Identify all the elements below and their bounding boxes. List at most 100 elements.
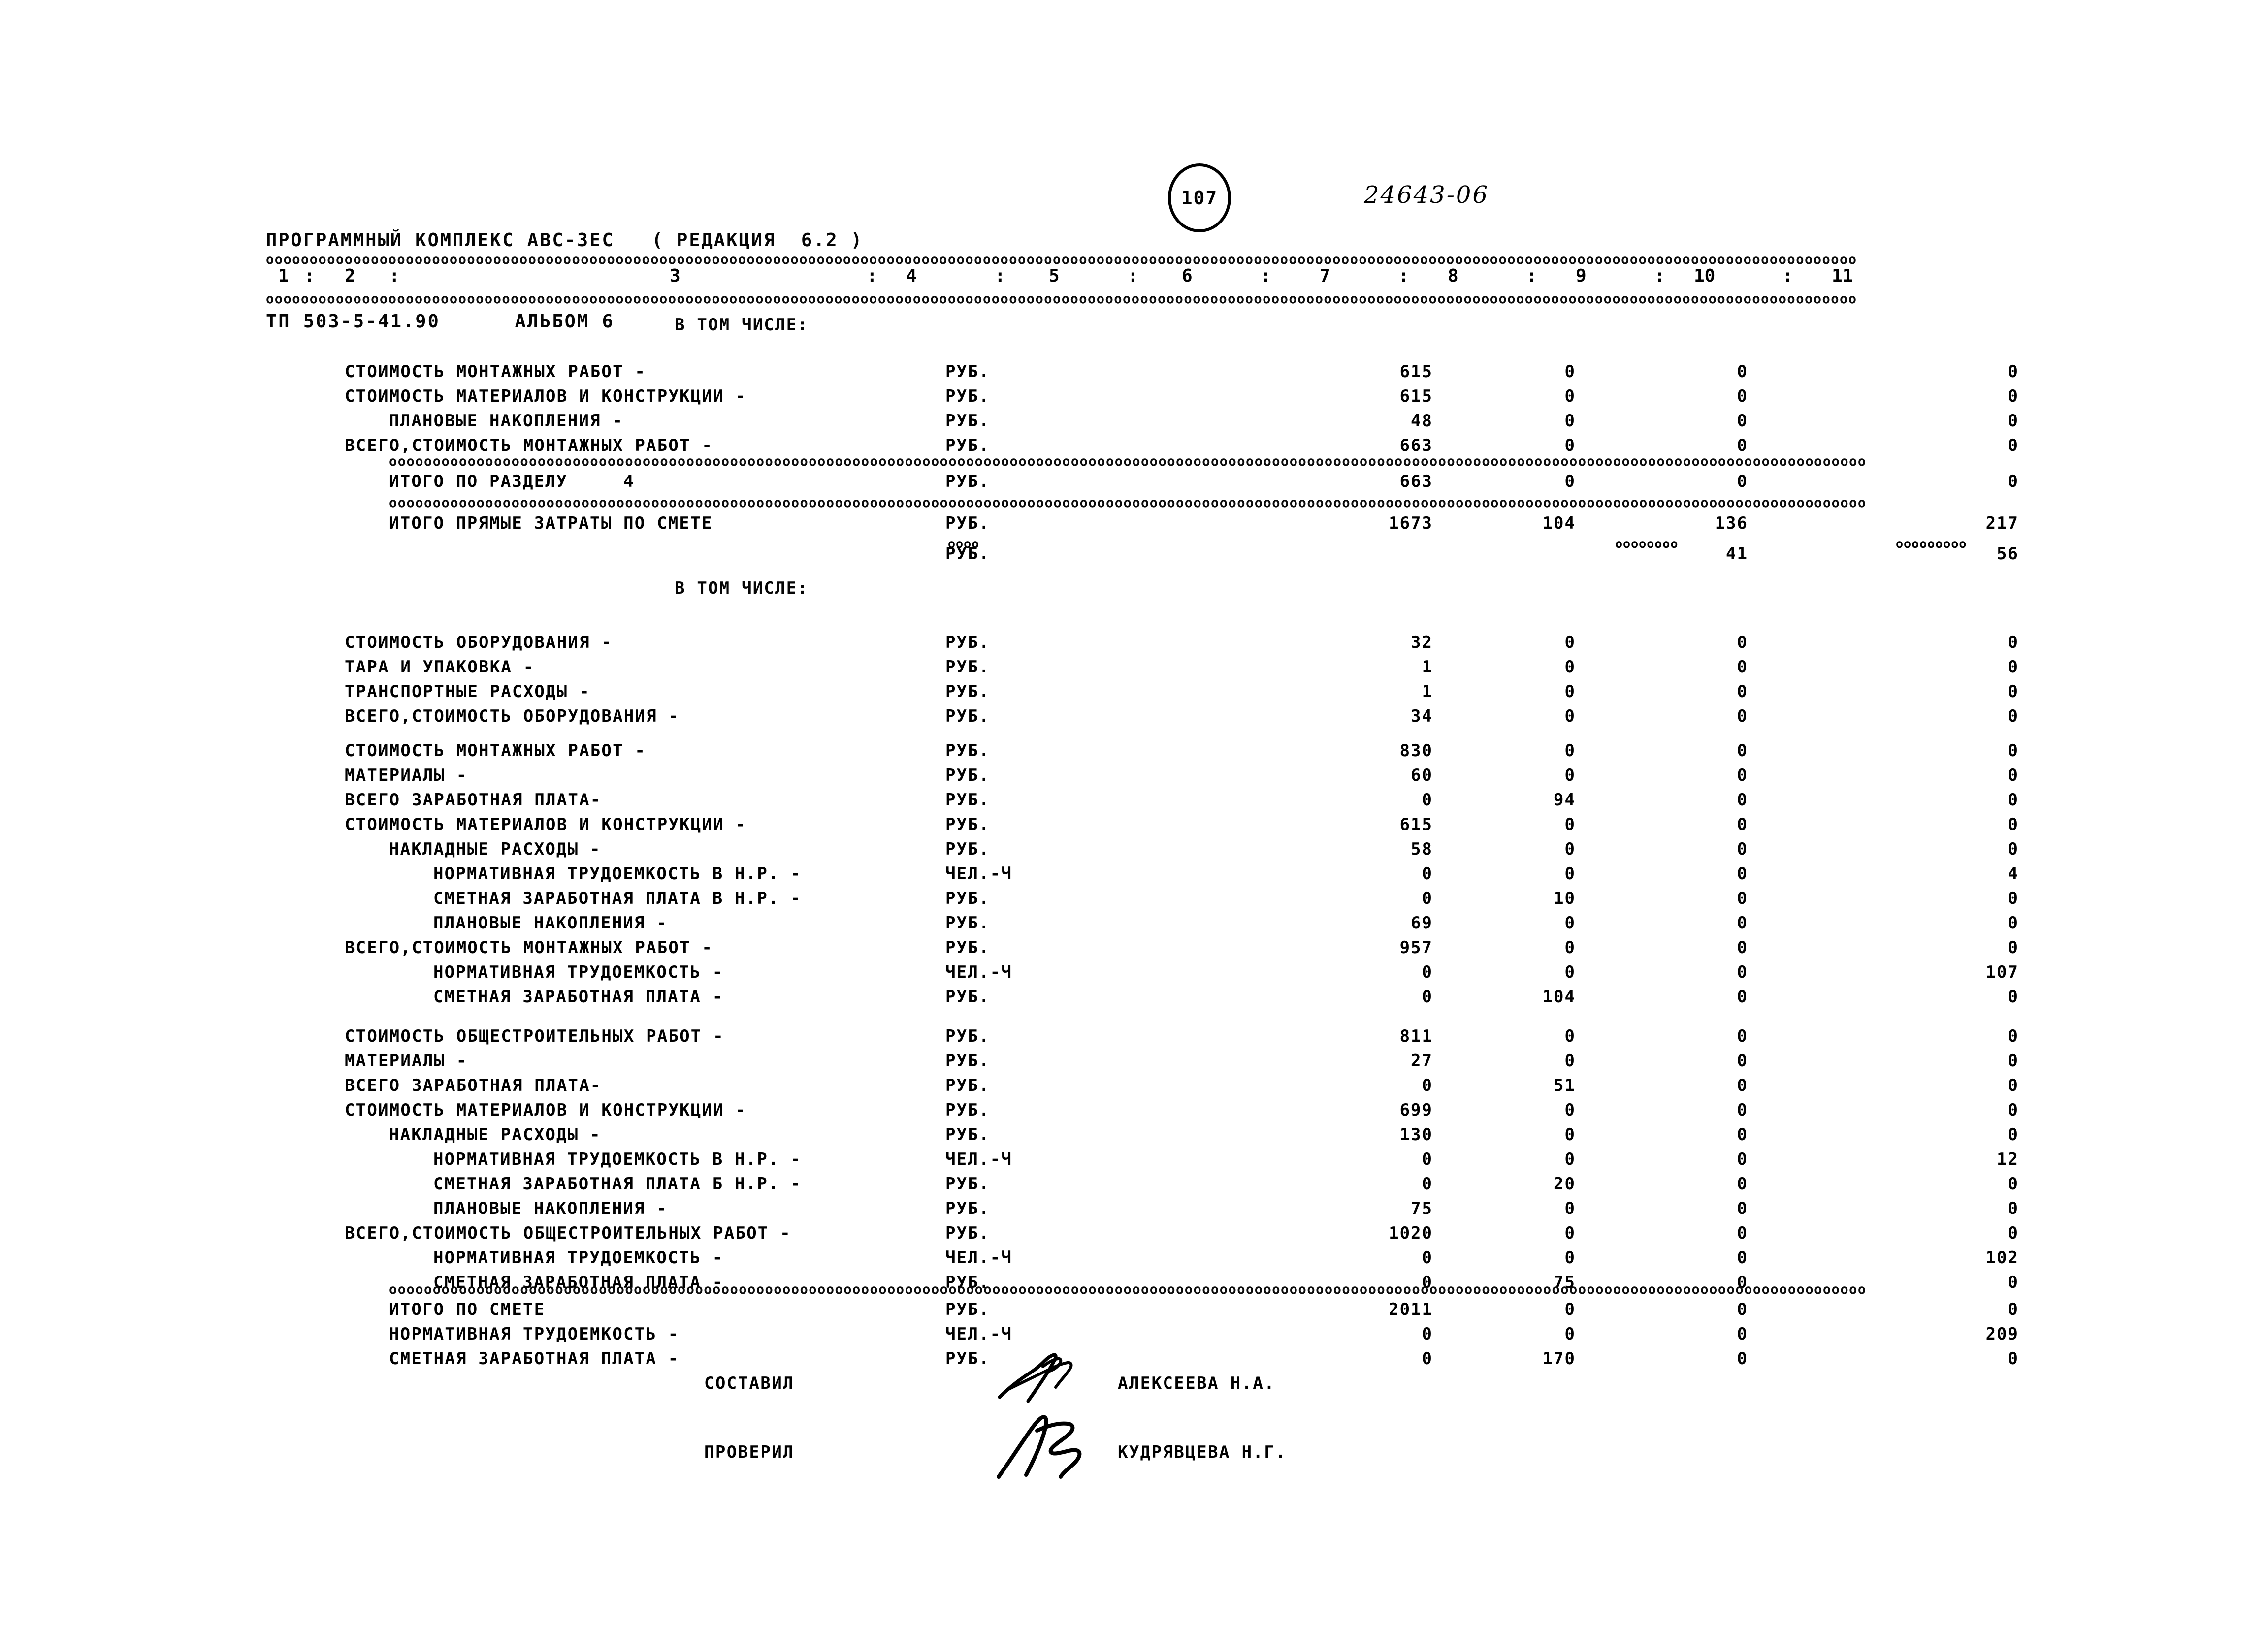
row-label: СТОИМОСТЬ МАТЕРИАЛОВ И КОНСТРУКЦИИ -	[345, 1100, 747, 1120]
row-value-c7: 0	[1422, 790, 1433, 810]
row-value-c7: 27	[1411, 1051, 1433, 1071]
checker-role-label: ПРОВЕРИЛ	[704, 1442, 794, 1462]
underline-marker-col11: ooooooooo	[1896, 537, 1967, 551]
table-row: СТОИМОСТЬ ОБОРУДОВАНИЯ - РУБ. 32 0 0 0	[0, 633, 2268, 654]
composer-role-label: СОСТАВИЛ	[704, 1373, 794, 1393]
separator-rule-top: oooooooooooooooooooooooooooooooooooooooo…	[266, 252, 1857, 267]
separator-rule-top2: oooooooooooooooooooooooooooooooooooooooo…	[266, 291, 1857, 307]
column-separator: :	[1782, 266, 1793, 286]
row-unit: РУБ.	[945, 913, 990, 933]
row-value-c11: 0	[2008, 1300, 2019, 1319]
row-label: ИТОГО ПО СМЕТЕ	[389, 1300, 546, 1319]
table-row: СТОИМОСТЬ МАТЕРИАЛОВ И КОНСТРУКЦИИ - РУБ.…	[0, 1100, 2268, 1122]
table-row: ИТОГО ПО РАЗДЕЛУ 4 РУБ. 663 0 0 0	[0, 472, 2268, 493]
row-value-c7: 0	[1422, 1076, 1433, 1095]
row-unit: РУБ.	[945, 1125, 990, 1145]
underline-marker-col9: oooooooo	[1615, 537, 1679, 551]
row-value-c11: 0	[2008, 766, 2019, 785]
row-value-c11: 0	[2008, 1349, 2019, 1369]
row-value-c11: 0	[2008, 938, 2019, 958]
row-value-c8: 0	[1564, 913, 1576, 933]
row-unit: РУБ.	[945, 1349, 990, 1369]
table-row: НОРМАТИВНАЯ ТРУДОЕМКОСТЬ - ЧЕЛ.-Ч 0 0 0 102	[0, 1248, 2268, 1270]
row-value-c8: 0	[1564, 657, 1576, 677]
column-header-5: 5	[1049, 266, 1060, 286]
row-label: ТРАНСПОРТНЫЕ РАСХОДЫ -	[345, 682, 590, 702]
row-unit: ЧЕЛ.-Ч	[945, 1324, 1013, 1344]
row-value-c11: 0	[2008, 987, 2019, 1007]
row-value-c9: 0	[1737, 1149, 1748, 1169]
row-value-c8: 0	[1564, 839, 1576, 859]
row-value-c9: 0	[1737, 436, 1748, 455]
row-value-c8: 0	[1564, 362, 1576, 382]
row-unit: РУБ.	[945, 1100, 990, 1120]
row-value-c9: 0	[1737, 1248, 1748, 1268]
row-value-c7: 0	[1422, 1248, 1433, 1268]
document-code-handwritten: 24643-06	[1364, 181, 1489, 209]
row-value-c8: 0	[1564, 706, 1576, 726]
row-value-c7: 32	[1411, 633, 1433, 652]
column-separator: :	[1654, 266, 1665, 286]
row-value-c8: 0	[1564, 1051, 1576, 1071]
row-value-c9: 0	[1737, 741, 1748, 761]
row-value-c9: 0	[1737, 938, 1748, 958]
row-value-c7: 1	[1422, 682, 1433, 702]
row-value-c11: 0	[2008, 1076, 2019, 1095]
row-value-c11: 0	[2008, 362, 2019, 382]
column-separator: :	[1261, 266, 1271, 286]
row-value-c7: 1	[1422, 657, 1433, 677]
row-value-c7: 0	[1422, 962, 1433, 982]
row-value-c9: 0	[1737, 987, 1748, 1007]
row-label: СМЕТНАЯ ЗАРАБОТНАЯ ПЛАТА -	[389, 1349, 680, 1369]
table-row: ВСЕГО,СТОИМОСТЬ МОНТАЖНЫХ РАБОТ - РУБ. 957…	[0, 938, 2268, 959]
row-value-c7: 1020	[1389, 1223, 1433, 1243]
column-header-11: 11	[1832, 266, 1853, 286]
table-row: ИТОГО ПО СМЕТЕ РУБ. 2011 0 0 0	[0, 1300, 2268, 1321]
row-unit: ЧЕЛ.-Ч	[945, 962, 1013, 982]
row-value-c8: 104	[1542, 987, 1576, 1007]
row-value-c8: 0	[1564, 766, 1576, 785]
row-value-c11: 217	[1985, 513, 2019, 533]
table-row: МАТЕРИАЛЫ - РУБ. 27 0 0 0	[0, 1051, 2268, 1073]
row-unit: РУБ.	[945, 633, 990, 652]
table-row: СТОИМОСТЬ МОНТАЖНЫХ РАБОТ - РУБ. 830 0 0 0	[0, 741, 2268, 763]
table-row: ТАРА И УПАКОВКА - РУБ. 1 0 0 0	[0, 657, 2268, 679]
row-value-c9: 0	[1737, 1199, 1748, 1218]
row-value-c11: 0	[2008, 682, 2019, 702]
table-row: СТОИМОСТЬ МОНТАЖНЫХ РАБОТ - РУБ. 615 0 0 0	[0, 362, 2268, 383]
row-label: СМЕТНАЯ ЗАРАБОТНАЯ ПЛАТА В Н.Р. -	[433, 889, 802, 908]
row-label: ПЛАНОВЫЕ НАКОПЛЕНИЯ -	[389, 411, 624, 431]
table-row: НАКЛАДНЫЕ РАСХОДЫ - РУБ. 58 0 0 0	[0, 839, 2268, 861]
column-separator: :	[867, 266, 877, 286]
row-label: ПЛАНОВЫЕ НАКОПЛЕНИЯ -	[433, 913, 668, 933]
row-value-c9: 0	[1737, 411, 1748, 431]
table-row: ПЛАНОВЫЕ НАКОПЛЕНИЯ - РУБ. 48 0 0 0	[0, 411, 2268, 433]
row-unit: РУБ.	[945, 766, 990, 785]
row-unit: РУБ.	[945, 472, 990, 491]
row-value-c8: 20	[1554, 1174, 1576, 1194]
row-value-c9: 0	[1737, 386, 1748, 406]
row-value-c11: 0	[2008, 889, 2019, 908]
row-value-c8: 0	[1564, 1125, 1576, 1145]
composer-signature-mark	[990, 1352, 1118, 1413]
row-unit: РУБ.	[945, 790, 990, 810]
row-value-c9: 0	[1737, 1076, 1748, 1095]
row-value-c9: 0	[1737, 1174, 1748, 1194]
row-value-c11: 0	[2008, 815, 2019, 834]
row-value-c8: 0	[1564, 864, 1576, 884]
row-unit: РУБ.	[945, 657, 990, 677]
table-row: НОРМАТИВНАЯ ТРУДОЕМКОСТЬ В Н.Р. - ЧЕЛ.-Ч 0…	[0, 1149, 2268, 1171]
row-value-c9: 0	[1737, 1051, 1748, 1071]
row-unit: РУБ.	[945, 987, 990, 1007]
row-value-c7: 2011	[1389, 1300, 1433, 1319]
row-value-c8: 104	[1542, 513, 1576, 533]
row-value-c7: 75	[1411, 1199, 1433, 1218]
row-value-c8: 0	[1564, 411, 1576, 431]
table-row: СТОИМОСТЬ МАТЕРИАЛОВ И КОНСТРУКЦИИ - РУБ.…	[0, 815, 2268, 836]
page-number-value: 107	[1181, 187, 1218, 209]
row-value-c7: 0	[1422, 889, 1433, 908]
row-unit: РУБ.	[945, 1051, 990, 1071]
row-unit: РУБ.	[945, 1174, 990, 1194]
row-value-c8: 0	[1564, 436, 1576, 455]
row-value-c11: 0	[2008, 1174, 2019, 1194]
